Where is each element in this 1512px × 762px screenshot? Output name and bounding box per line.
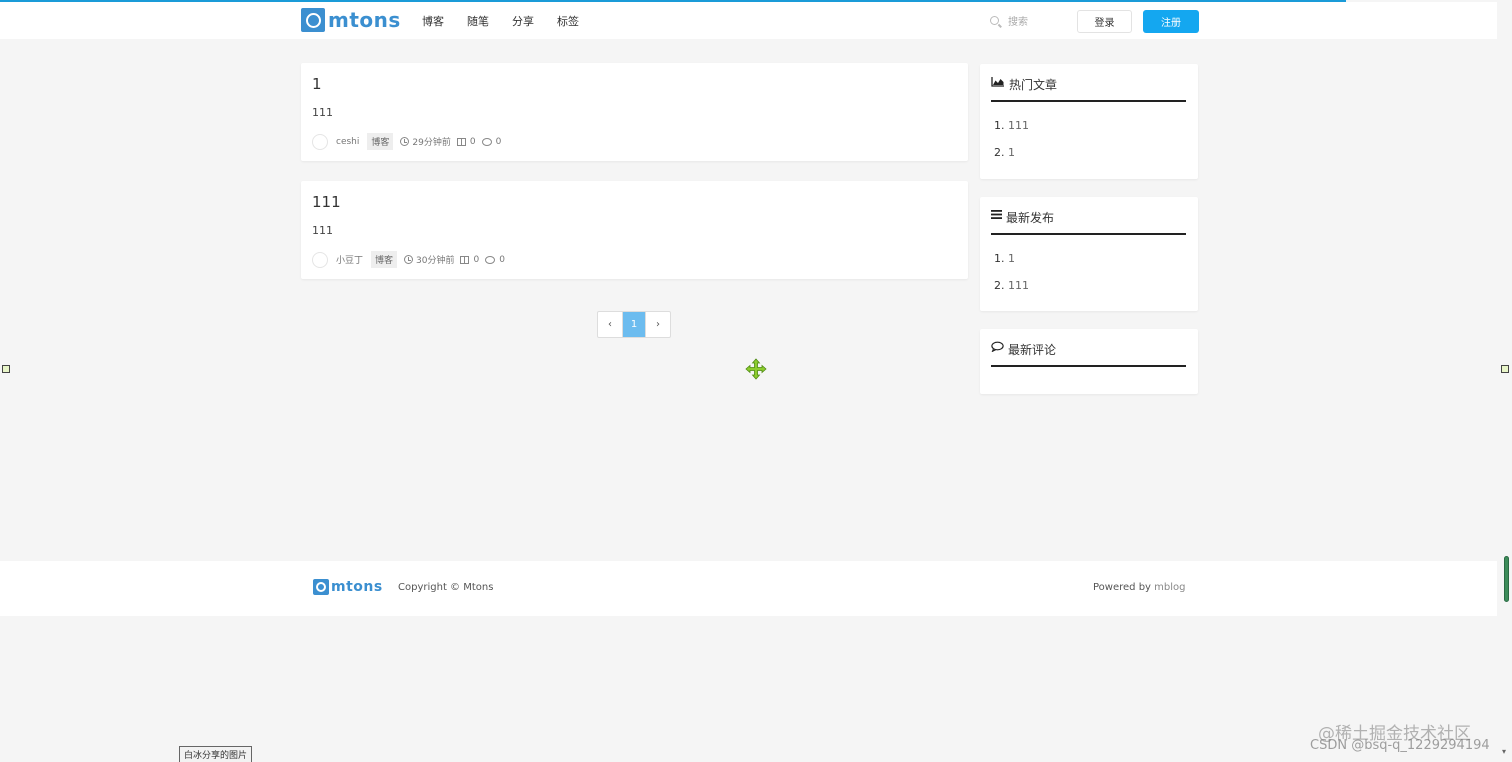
post-views: 0 bbox=[469, 136, 476, 147]
post-summary: 111 bbox=[312, 106, 333, 119]
nav-item-share[interactable]: 分享 bbox=[512, 13, 534, 29]
comment-icon bbox=[481, 137, 492, 146]
post-summary: 111 bbox=[312, 224, 333, 237]
post-card: 1 111 ceshi 博客 29分钟前 0 0 bbox=[301, 63, 968, 161]
post-author[interactable]: 小豆丁 bbox=[336, 253, 363, 266]
register-button[interactable]: 注册 bbox=[1143, 10, 1199, 33]
post-title[interactable]: 1 bbox=[312, 75, 322, 93]
latest-posts-list: 1. 1 2. 111 bbox=[994, 252, 1029, 306]
nav-item-tags[interactable]: 标签 bbox=[557, 13, 579, 29]
post-time: 30分钟前 bbox=[416, 256, 455, 266]
powered-by: Powered by mblog bbox=[1093, 582, 1185, 593]
search-icon bbox=[990, 16, 999, 25]
widget-title: 最新评论 bbox=[1008, 343, 1057, 357]
prev-page-button[interactable]: ‹ bbox=[598, 312, 622, 337]
comment-icon bbox=[991, 341, 1004, 352]
comment-icon bbox=[485, 255, 496, 264]
views-icon bbox=[460, 255, 470, 264]
nav-item-notes[interactable]: 随笔 bbox=[467, 13, 489, 29]
copyright-text: Copyright © Mtons bbox=[398, 582, 494, 593]
avatar[interactable] bbox=[312, 133, 328, 150]
pagination: ‹ 1 › bbox=[597, 311, 671, 338]
nav-item-blog[interactable]: 博客 bbox=[422, 13, 444, 29]
views-icon bbox=[456, 137, 466, 146]
widget-header: 最新发布 bbox=[991, 209, 1186, 235]
page-button-current[interactable]: 1 bbox=[622, 312, 646, 337]
powered-prefix: Powered by bbox=[1093, 582, 1155, 593]
search-box[interactable]: 搜索 bbox=[990, 13, 1028, 28]
post-meta: 小豆丁 博客 30分钟前 0 0 bbox=[312, 251, 505, 268]
post-meta: ceshi 博客 29分钟前 0 0 bbox=[312, 133, 501, 150]
post-tag[interactable]: 博客 bbox=[371, 251, 398, 268]
login-button[interactable]: 登录 bbox=[1077, 10, 1132, 33]
widget-title: 最新发布 bbox=[1006, 211, 1055, 225]
powered-link[interactable]: mblog bbox=[1154, 582, 1185, 593]
navbar: mtons 博客 随笔 分享 标签 搜索 登录 注册 bbox=[0, 2, 1497, 39]
move-icon[interactable] bbox=[745, 358, 767, 380]
avatar[interactable] bbox=[312, 251, 328, 268]
scroll-down-arrow[interactable]: ▾ bbox=[1502, 747, 1506, 756]
search-placeholder[interactable]: 搜索 bbox=[1008, 13, 1028, 28]
post-comments: 0 bbox=[499, 254, 505, 265]
next-page-button[interactable]: › bbox=[646, 312, 670, 337]
logo-icon bbox=[313, 579, 329, 595]
widget-header: 最新评论 bbox=[991, 341, 1186, 367]
logo-text: mtons bbox=[331, 579, 383, 595]
post-views: 0 bbox=[473, 254, 480, 265]
resize-handle-right[interactable] bbox=[1501, 365, 1509, 373]
widget-header: 热门文章 bbox=[991, 76, 1186, 102]
latest-comments-widget: 最新评论 bbox=[980, 329, 1198, 394]
hot-posts-widget: 热门文章 1. 111 2. 1 bbox=[980, 64, 1198, 179]
nav-menu: 博客 随笔 分享 标签 bbox=[422, 13, 579, 29]
post-tag[interactable]: 博客 bbox=[367, 133, 394, 150]
post-card: 111 111 小豆丁 博客 30分钟前 0 0 bbox=[301, 181, 968, 279]
post-author[interactable]: ceshi bbox=[336, 137, 359, 147]
latest-posts-widget: 最新发布 1. 1 2. 111 bbox=[980, 197, 1198, 311]
widget-title: 热门文章 bbox=[1009, 78, 1058, 92]
logo-icon bbox=[301, 8, 325, 32]
area-chart-icon bbox=[991, 77, 1004, 87]
watermark-csdn: CSDN @bsq-q_1229294194 bbox=[1310, 738, 1490, 753]
resize-handle-left[interactable] bbox=[2, 365, 10, 373]
post-time: 29分钟前 bbox=[412, 138, 451, 148]
footer-logo[interactable]: mtons bbox=[313, 579, 383, 595]
list-item[interactable]: 1. 111 bbox=[994, 119, 1029, 146]
clock-icon bbox=[400, 137, 410, 146]
image-caption: 白冰分享的图片 bbox=[179, 746, 253, 762]
list-item[interactable]: 1. 1 bbox=[994, 252, 1029, 279]
footer: mtons Copyright © Mtons Powered by mblog bbox=[0, 561, 1497, 616]
clock-icon bbox=[404, 255, 414, 264]
list-item[interactable]: 2. 1 bbox=[994, 146, 1029, 173]
list-item[interactable]: 2. 111 bbox=[994, 279, 1029, 306]
post-title[interactable]: 111 bbox=[312, 193, 341, 211]
logo-text: mtons bbox=[328, 8, 401, 32]
hot-posts-list: 1. 111 2. 1 bbox=[994, 119, 1029, 173]
site-logo[interactable]: mtons bbox=[301, 8, 401, 32]
scrollbar-thumb[interactable] bbox=[1504, 556, 1509, 602]
post-comments: 0 bbox=[495, 136, 502, 147]
list-icon bbox=[991, 210, 1002, 219]
